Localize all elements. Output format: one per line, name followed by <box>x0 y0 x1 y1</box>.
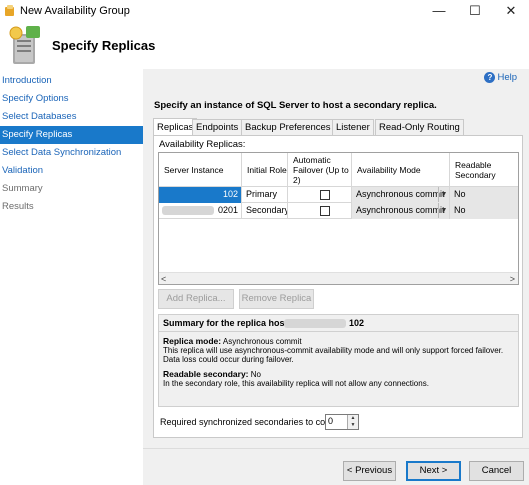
nav-item-results: Results <box>2 201 34 212</box>
col-initial-role: Initial Role <box>242 153 288 187</box>
cancel-button[interactable]: Cancel <box>469 461 524 481</box>
readable-secondary-description: In the secondary role, this availability… <box>163 379 429 388</box>
server-instance-cell[interactable]: 0201 <box>159 203 242 219</box>
help-label[interactable]: Help <box>497 72 517 83</box>
tab-read-only-routing[interactable]: Read-Only Routing <box>375 119 464 135</box>
tab-backup-preferences[interactable]: Backup Preferences <box>241 119 335 135</box>
server-instance-value: 102 <box>222 189 238 199</box>
nav-item-summary: Summary <box>2 183 43 194</box>
next-button[interactable]: Next > <box>406 461 461 481</box>
automatic-failover-checkbox[interactable] <box>320 190 330 200</box>
add-replica-button[interactable]: Add Replica... <box>158 289 234 309</box>
stepper-arrows-icon[interactable]: ▲ ▼ <box>347 415 358 429</box>
availability-replicas-label: Availability Replicas: <box>159 139 246 150</box>
col-automatic-failover: Automatic Failover (Up to 2) <box>288 153 352 187</box>
readable-secondary-label: Readable secondary: <box>163 369 249 379</box>
wizard-nav: Introduction Specify Options Select Data… <box>0 69 143 485</box>
summary-divider <box>159 331 518 332</box>
instruction-text: Specify an instance of SQL Server to hos… <box>154 100 437 111</box>
replica-mode-value: Asynchronous commit <box>222 337 302 346</box>
replica-mode-label: Replica mode: <box>163 336 222 346</box>
col-readable-secondary: Readable Secondary <box>450 153 518 187</box>
nav-item-validation[interactable]: Validation <box>0 162 143 180</box>
server-instance-cell[interactable]: 102 <box>159 187 242 203</box>
replicas-tab-panel: Availability Replicas: Server Instance I… <box>153 135 523 438</box>
redacted-server-name <box>162 206 214 215</box>
availability-mode-select[interactable]: Asynchronous commit ▼ <box>352 187 450 203</box>
horizontal-scrollbar[interactable]: < > <box>159 272 518 284</box>
availability-mode-value: Asynchronous commit <box>356 205 445 215</box>
wizard-footer: < Previous Next > Cancel <box>143 448 529 485</box>
server-instance-value: 0201 <box>217 205 238 215</box>
readable-secondary-block: Readable secondary: No In the secondary … <box>163 369 515 389</box>
app-icon <box>5 5 14 16</box>
initial-role-cell: Primary <box>242 187 288 203</box>
scroll-right-icon[interactable]: > <box>510 273 515 284</box>
replica-summary: Summary for the replica hosted by 102 Re… <box>158 314 519 407</box>
col-server-instance: Server Instance <box>159 153 242 187</box>
readable-secondary-value: No <box>454 205 466 215</box>
page-header: Specify Replicas <box>0 22 529 69</box>
chevron-down-icon[interactable]: ▼ <box>438 187 449 202</box>
help-icon: ? <box>484 72 496 83</box>
automatic-failover-cell <box>288 203 352 219</box>
close-button[interactable]: ✕ <box>493 0 529 22</box>
required-secondaries-label: Required synchronized secondaries to com… <box>160 417 345 427</box>
main-panel: ? Help Specify an instance of SQL Server … <box>143 69 529 448</box>
required-secondaries-stepper[interactable]: 0 ▲ ▼ <box>325 414 359 430</box>
remove-replica-button[interactable]: Remove Replica <box>239 289 314 309</box>
help-link[interactable]: ? Help <box>484 72 517 83</box>
table-row[interactable]: 0201 Secondary Asynchronous commit ▼ No <box>159 203 518 219</box>
title-bar: New Availability Group — ☐ ✕ <box>0 0 529 22</box>
nav-item-select-databases[interactable]: Select Databases <box>0 108 143 126</box>
readable-secondary-select[interactable]: No <box>450 187 518 203</box>
wizard-server-icon <box>9 26 40 64</box>
grid-header: Server Instance Initial Role Automatic F… <box>159 153 518 187</box>
replica-mode-block: Replica mode: Asynchronous commit This r… <box>163 336 515 365</box>
redacted-host-name <box>284 319 346 328</box>
window-title: New Availability Group <box>20 5 130 17</box>
readable-secondary-summary-value: No <box>250 370 261 379</box>
initial-role-cell: Secondary <box>242 203 288 219</box>
readable-secondary-select[interactable]: No <box>450 203 518 219</box>
minimize-button[interactable]: — <box>421 0 457 22</box>
col-availability-mode: Availability Mode <box>352 153 450 187</box>
replica-mode-description: This replica will use asynchronous-commi… <box>163 346 504 364</box>
previous-button[interactable]: < Previous <box>343 461 396 481</box>
automatic-failover-cell <box>288 187 352 203</box>
replicas-grid[interactable]: Server Instance Initial Role Automatic F… <box>158 152 519 285</box>
maximize-button[interactable]: ☐ <box>457 0 493 22</box>
availability-mode-value: Asynchronous commit <box>356 189 445 199</box>
nav-item-specify-replicas[interactable]: Specify Replicas <box>0 126 143 144</box>
required-secondaries-value[interactable]: 0 <box>328 416 333 426</box>
page-title: Specify Replicas <box>52 38 156 53</box>
nav-item-specify-options[interactable]: Specify Options <box>0 90 143 108</box>
tab-endpoints[interactable]: Endpoints <box>192 119 243 135</box>
summary-host: 102 <box>349 318 365 328</box>
availability-mode-select[interactable]: Asynchronous commit ▼ <box>352 203 450 219</box>
chevron-down-icon[interactable]: ▼ <box>438 203 449 218</box>
table-row[interactable]: 102 Primary Asynchronous commit ▼ No <box>159 187 518 203</box>
nav-item-introduction[interactable]: Introduction <box>0 72 143 90</box>
automatic-failover-checkbox[interactable] <box>320 206 330 216</box>
readable-secondary-value: No <box>454 189 466 199</box>
tab-listener[interactable]: Listener <box>332 119 374 135</box>
nav-item-select-data-sync[interactable]: Select Data Synchronization <box>0 144 143 162</box>
scroll-left-icon[interactable]: < <box>161 273 166 284</box>
tab-replicas[interactable]: Replicas <box>153 118 198 135</box>
